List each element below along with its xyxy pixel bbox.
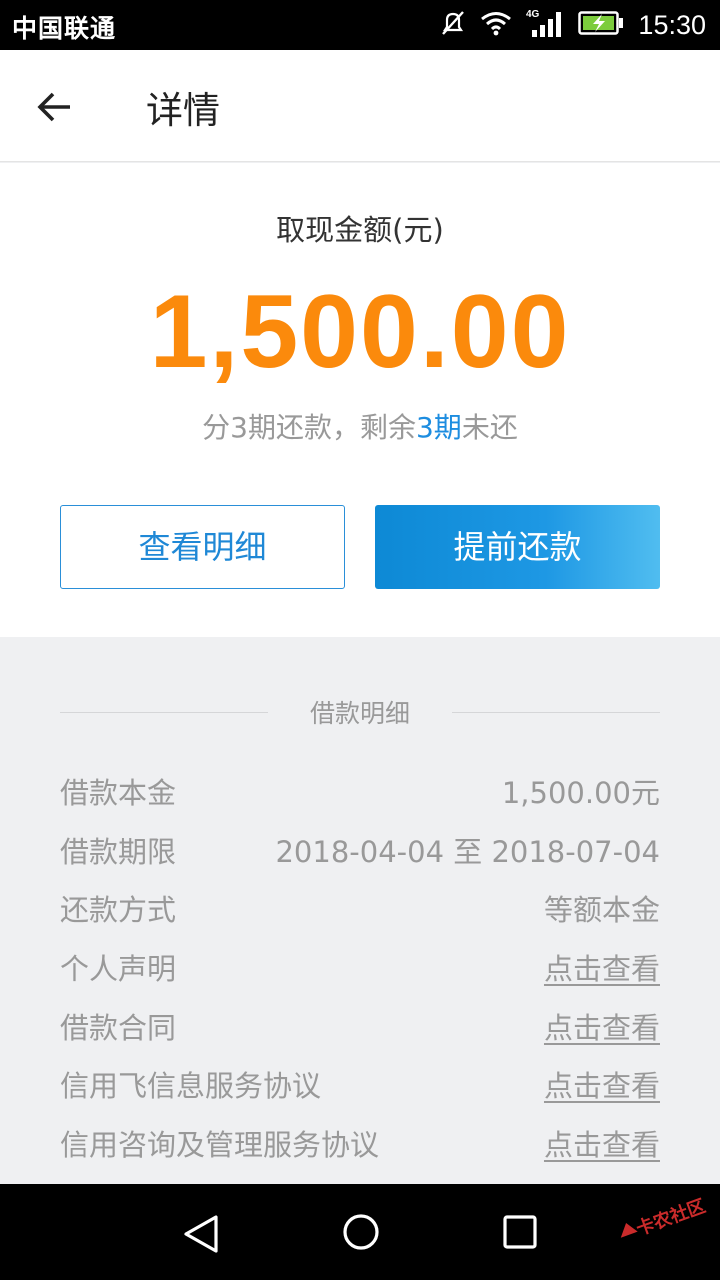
detail-row-term: 借款期限 2018-04-04 至 2018-07-04 — [60, 821, 660, 880]
status-bar: 中国联通 4G 15:30 — [0, 0, 720, 50]
wifi-icon — [480, 10, 512, 40]
detail-row-personal-statement: 个人声明 点击查看 — [60, 938, 660, 997]
detail-label: 借款期限 — [60, 834, 177, 869]
installment-prefix: 分3期还款，剩余 — [202, 411, 416, 444]
view-details-button[interactable]: 查看明细 — [60, 505, 345, 589]
loan-summary-card: 取现金额(元) 1,500.00 分3期还款，剩余3期未还 查看明细 提前还款 — [0, 163, 720, 637]
loan-details-list: 借款本金 1,500.00元 借款期限 2018-04-04 至 2018-07… — [60, 762, 660, 1172]
detail-value: 1,500.00元 — [501, 776, 660, 811]
installment-suffix: 未还 — [461, 411, 518, 444]
amount-label: 取现金额(元) — [276, 213, 444, 247]
detail-value: 等额本金 — [543, 893, 660, 928]
status-icons: 4G 15:30 — [440, 0, 706, 50]
battery-charging-icon — [578, 10, 624, 40]
detail-label: 借款合同 — [60, 1010, 177, 1045]
system-navigation-bar — [0, 1184, 720, 1280]
app-header: 详情 — [0, 50, 720, 162]
detail-label: 个人声明 — [60, 952, 177, 987]
detail-label: 信用飞信息服务协议 — [60, 1069, 322, 1104]
view-loan-contract-link[interactable]: 点击查看 — [544, 1005, 660, 1047]
page-title: 详情 — [146, 89, 220, 132]
detail-row-loan-contract: 借款合同 点击查看 — [60, 996, 660, 1055]
withdrawal-amount: 1,500.00 — [149, 274, 571, 390]
detail-row-repayment-method: 还款方式 等额本金 — [60, 879, 660, 938]
detail-label: 借款本金 — [60, 776, 177, 811]
mute-icon — [440, 9, 466, 41]
detail-value: 2018-04-04 至 2018-07-04 — [275, 834, 660, 869]
installment-remaining: 3期 — [415, 411, 462, 444]
detail-row-info-service-agreement: 信用飞信息服务协议 点击查看 — [60, 1055, 660, 1114]
detail-label: 信用咨询及管理服务协议 — [60, 1127, 380, 1162]
svg-text:4G: 4G — [526, 9, 540, 20]
signal-4g-icon: 4G — [526, 8, 564, 42]
nav-recent-apps-icon[interactable] — [503, 1215, 537, 1253]
detail-label: 还款方式 — [60, 893, 177, 928]
nav-home-icon[interactable] — [342, 1213, 380, 1255]
early-repayment-button[interactable]: 提前还款 — [375, 505, 660, 589]
view-info-service-agreement-link[interactable]: 点击查看 — [544, 1063, 660, 1105]
installment-status: 分3期还款，剩余3期未还 — [0, 406, 720, 446]
carrier-name: 中国联通 — [12, 14, 117, 43]
detail-row-principal: 借款本金 1,500.00元 — [60, 762, 660, 821]
detail-row-credit-consulting-agreement: 信用咨询及管理服务协议 点击查看 — [60, 1114, 660, 1173]
section-title: 借款明细 — [309, 699, 410, 728]
view-credit-consulting-agreement-link[interactable]: 点击查看 — [544, 1122, 660, 1164]
clock: 15:30 — [638, 9, 706, 40]
loan-details-header: 借款明细 — [60, 690, 660, 734]
view-personal-statement-link[interactable]: 点击查看 — [544, 946, 660, 988]
back-arrow-icon[interactable] — [34, 86, 76, 128]
svg-text:卡农社区: 卡农社区 — [633, 1195, 708, 1240]
nav-back-icon[interactable] — [182, 1214, 220, 1258]
